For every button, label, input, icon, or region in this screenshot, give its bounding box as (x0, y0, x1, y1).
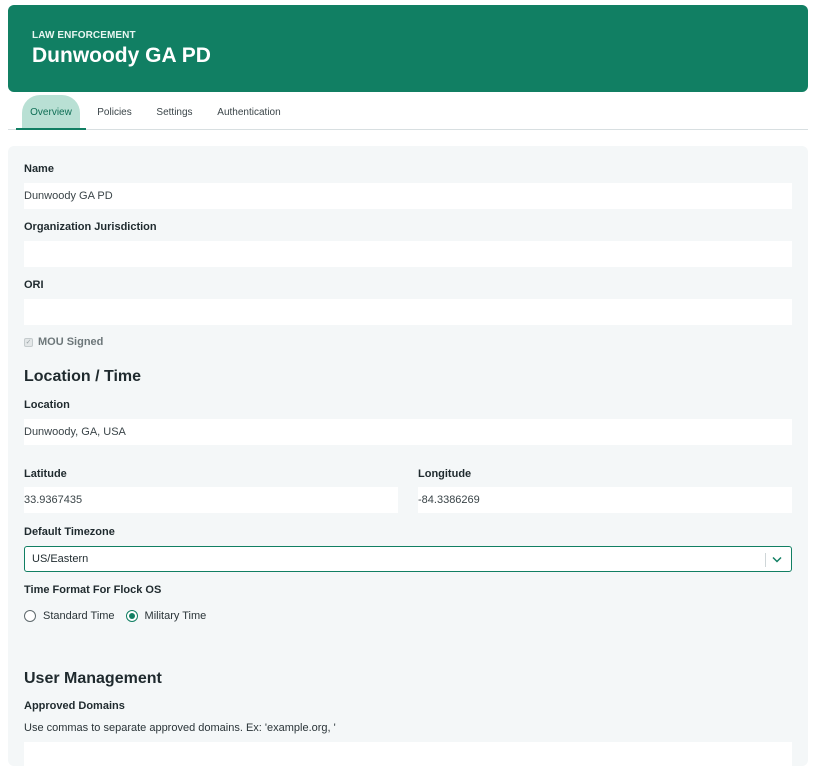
latitude-field[interactable]: 33.9367435 (24, 487, 398, 513)
longitude-label: Longitude (418, 468, 472, 480)
military-time-label: Military Time (144, 610, 207, 622)
mou-signed-checkbox[interactable]: ✓ (24, 337, 33, 347)
military-time-radio[interactable] (125, 610, 138, 622)
timezone-label: Default Timezone (24, 526, 115, 538)
standard-time-radio[interactable] (24, 610, 36, 622)
timezone-value: US/Eastern (32, 553, 89, 565)
page-title: Dunwoody GA PD (32, 44, 211, 67)
approved-domains-field[interactable] (24, 742, 792, 768)
tab-bar: Overview Policies Settings Authenticatio… (8, 95, 808, 130)
mou-signed-label: MOU Signed (38, 336, 104, 348)
location-label: Location (24, 399, 70, 411)
name-value: Dunwoody GA PD (24, 190, 113, 202)
military-time-option[interactable]: Military Time (125, 610, 207, 622)
standard-time-option[interactable]: Standard Time (24, 610, 115, 622)
overview-panel: Name Dunwoody GA PD Organization Jurisdi… (8, 146, 808, 768)
tab-settings[interactable]: Settings (152, 95, 197, 129)
org-type-label: LAW ENFORCEMENT (32, 30, 136, 41)
longitude-field[interactable]: -84.3386269 (418, 487, 792, 513)
name-label: Name (24, 163, 54, 175)
approved-domains-hint: Use commas to separate approved domains.… (24, 722, 336, 734)
name-field[interactable]: Dunwoody GA PD (24, 183, 792, 209)
mou-signed-row: ✓ MOU Signed (24, 336, 103, 348)
ori-label: ORI (24, 279, 44, 291)
longitude-value: -84.3386269 (418, 494, 480, 506)
jurisdiction-label: Organization Jurisdiction (24, 221, 157, 233)
select-divider (765, 553, 766, 567)
tab-overview[interactable]: Overview (16, 95, 86, 130)
user-management-heading: User Management (24, 670, 162, 687)
time-format-radio-group: Standard Time Military Time (24, 610, 217, 622)
timezone-select[interactable]: US/Eastern (24, 546, 792, 572)
latitude-label: Latitude (24, 468, 67, 480)
latitude-value: 33.9367435 (24, 494, 83, 506)
approved-domains-label: Approved Domains (24, 700, 125, 712)
ori-field[interactable] (24, 299, 792, 325)
location-value: Dunwoody, GA, USA (24, 426, 126, 438)
standard-time-label: Standard Time (43, 610, 115, 622)
chevron-down-icon[interactable] (771, 552, 783, 566)
location-time-heading: Location / Time (24, 368, 142, 385)
tab-authentication[interactable]: Authentication (212, 95, 286, 129)
jurisdiction-field[interactable] (24, 241, 792, 267)
location-field[interactable]: Dunwoody, GA, USA (24, 419, 792, 445)
tab-policies[interactable]: Policies (92, 95, 137, 129)
time-format-label: Time Format For Flock OS (24, 584, 162, 596)
org-header: LAW ENFORCEMENT Dunwoody GA PD (8, 5, 808, 92)
